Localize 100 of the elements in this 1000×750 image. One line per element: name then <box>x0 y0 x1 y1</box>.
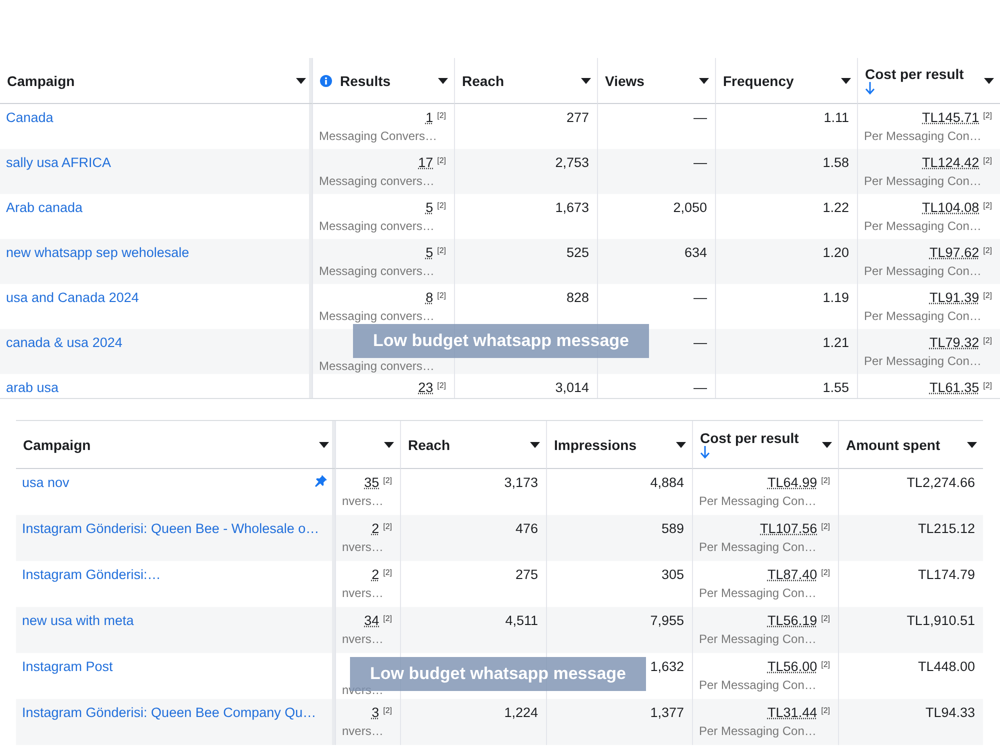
cell-caption: Per Messaging Con… <box>864 354 982 368</box>
table-cell: TL107.56 <box>760 521 818 536</box>
footnote-mark: [2] <box>437 246 446 255</box>
cell-caption: Per Messaging Con… <box>699 724 816 738</box>
column-header[interactable]: Amount spent <box>838 421 983 469</box>
caret-icon[interactable] <box>822 442 832 448</box>
cell-caption: nvers… <box>342 586 384 600</box>
campaign-link[interactable]: canada & usa 2024 <box>6 335 122 350</box>
column-header[interactable]: Cost per result <box>692 421 838 469</box>
table-cell: 476 <box>515 521 538 536</box>
footnote-mark: [2] <box>983 336 992 345</box>
campaign-link[interactable]: new usa with meta <box>22 613 134 628</box>
campaign-link[interactable]: Instagram Gönderisi:… <box>22 567 161 582</box>
table-cell: TL124.42 <box>922 155 980 170</box>
table-cell: 1.11 <box>824 110 849 125</box>
table-cell: 525 <box>566 245 589 260</box>
caret-icon[interactable] <box>384 442 394 448</box>
caret-icon[interactable] <box>676 442 686 448</box>
cell-caption: nvers… <box>342 540 384 554</box>
caret-icon[interactable] <box>841 78 851 84</box>
table-cell: 828 <box>566 290 589 305</box>
campaign-link[interactable]: sally usa AFRICA <box>6 155 112 170</box>
table-cell: 4,511 <box>505 613 538 628</box>
campaign-link[interactable]: Instagram Gönderisi: Queen Bee - Wholesale o… <box>22 521 320 536</box>
campaign-link[interactable]: Instagram Gönderisi: Queen Bee Company Qu… <box>22 705 316 720</box>
table-cell: 7,955 <box>650 613 684 628</box>
table-cell: 1.58 <box>822 155 849 170</box>
table-cell: 1.19 <box>822 290 849 305</box>
cell-caption: nvers… <box>342 724 384 738</box>
campaign-link[interactable]: Arab canada <box>6 200 83 215</box>
column-header[interactable]: Campaign <box>0 58 312 104</box>
table-cell: 3,014 <box>555 380 589 395</box>
column-header[interactable]: Cost per result <box>857 58 1000 104</box>
caret-icon[interactable] <box>699 78 709 84</box>
campaign-link[interactable]: new whatsapp sep weholesale <box>6 245 190 260</box>
campaign-link[interactable]: usa nov <box>22 475 70 490</box>
footnote-mark: [2] <box>383 614 392 623</box>
cell-caption: Messaging convers… <box>319 219 434 233</box>
caret-icon[interactable] <box>984 78 994 84</box>
table-cell: 23 <box>418 380 434 395</box>
sort-arrow-icon <box>865 82 875 95</box>
campaign-link[interactable]: Canada <box>6 110 54 125</box>
cell-caption: Per Messaging Con… <box>699 540 816 554</box>
table-cell: 2 <box>372 567 380 582</box>
pin-icon[interactable] <box>315 475 327 487</box>
footnote-mark: [2] <box>821 568 830 577</box>
footnote-mark: [2] <box>437 291 446 300</box>
table-cell: TL215.12 <box>918 521 975 536</box>
table-cell: TL91.39 <box>930 290 980 305</box>
table-cell: 2,753 <box>555 155 589 170</box>
table-cell: 1,673 <box>555 200 589 215</box>
cell-caption: nvers… <box>342 632 384 646</box>
table-cell: 1,377 <box>650 705 684 720</box>
footnote-mark: [2] <box>437 201 446 210</box>
column-header[interactable]: Frequency <box>715 58 857 104</box>
table-cell: TL87.40 <box>768 567 818 582</box>
column-header[interactable]: Views <box>597 58 715 104</box>
column-header[interactable]: Impressions <box>546 421 692 469</box>
caret-icon[interactable] <box>581 78 591 84</box>
campaign-link[interactable]: Instagram Post <box>22 659 113 674</box>
campaign-link[interactable]: arab usa <box>6 380 59 395</box>
table-cell: TL448.00 <box>918 659 975 674</box>
table-cell: 1 <box>426 110 434 125</box>
caret-icon[interactable] <box>967 442 977 448</box>
table-cell: TL79.32 <box>930 335 980 350</box>
footnote-mark: [2] <box>437 381 446 390</box>
table-cell: TL2,274.66 <box>906 475 975 490</box>
table-cell: — <box>694 290 707 305</box>
caret-icon[interactable] <box>319 442 329 448</box>
cell-caption: Per Messaging Con… <box>699 494 816 508</box>
cell-caption: Messaging convers… <box>319 309 434 323</box>
column-header[interactable]: Reach <box>400 421 546 469</box>
table-cell: TL145.71 <box>922 110 980 125</box>
sort-arrow-icon <box>700 446 710 459</box>
footnote-mark: [2] <box>983 111 992 120</box>
column-header[interactable]: Results <box>312 58 454 104</box>
column-header[interactable]: Reach <box>454 58 597 104</box>
cell-caption: Messaging Convers… <box>319 129 438 143</box>
campaign-link[interactable]: usa and Canada 2024 <box>6 290 139 305</box>
footnote-mark: [2] <box>437 156 446 165</box>
table-cell: TL31.44 <box>768 705 818 720</box>
caret-icon[interactable] <box>530 442 540 448</box>
footnote-mark: [2] <box>383 706 392 715</box>
table-cell: — <box>694 335 707 350</box>
table-cell: 275 <box>515 567 538 582</box>
caret-icon[interactable] <box>438 78 448 84</box>
table-cell: TL64.99 <box>768 475 818 490</box>
table-cell: 277 <box>566 110 589 125</box>
table-cell: 5 <box>426 245 434 260</box>
table-cell: 1.55 <box>822 380 849 395</box>
table-cell: 3,173 <box>504 475 538 490</box>
caret-icon[interactable] <box>296 78 306 84</box>
column-header[interactable]: Campaign <box>16 421 335 469</box>
cell-caption: Per Messaging Con… <box>699 678 816 692</box>
table-cell: — <box>694 110 707 125</box>
table-cell: 34 <box>364 613 380 628</box>
table-cell: 1.21 <box>822 335 849 350</box>
table-cell: — <box>694 380 707 395</box>
table-cell: 2 <box>372 521 380 536</box>
cell-caption: Per Messaging Con… <box>699 632 816 646</box>
